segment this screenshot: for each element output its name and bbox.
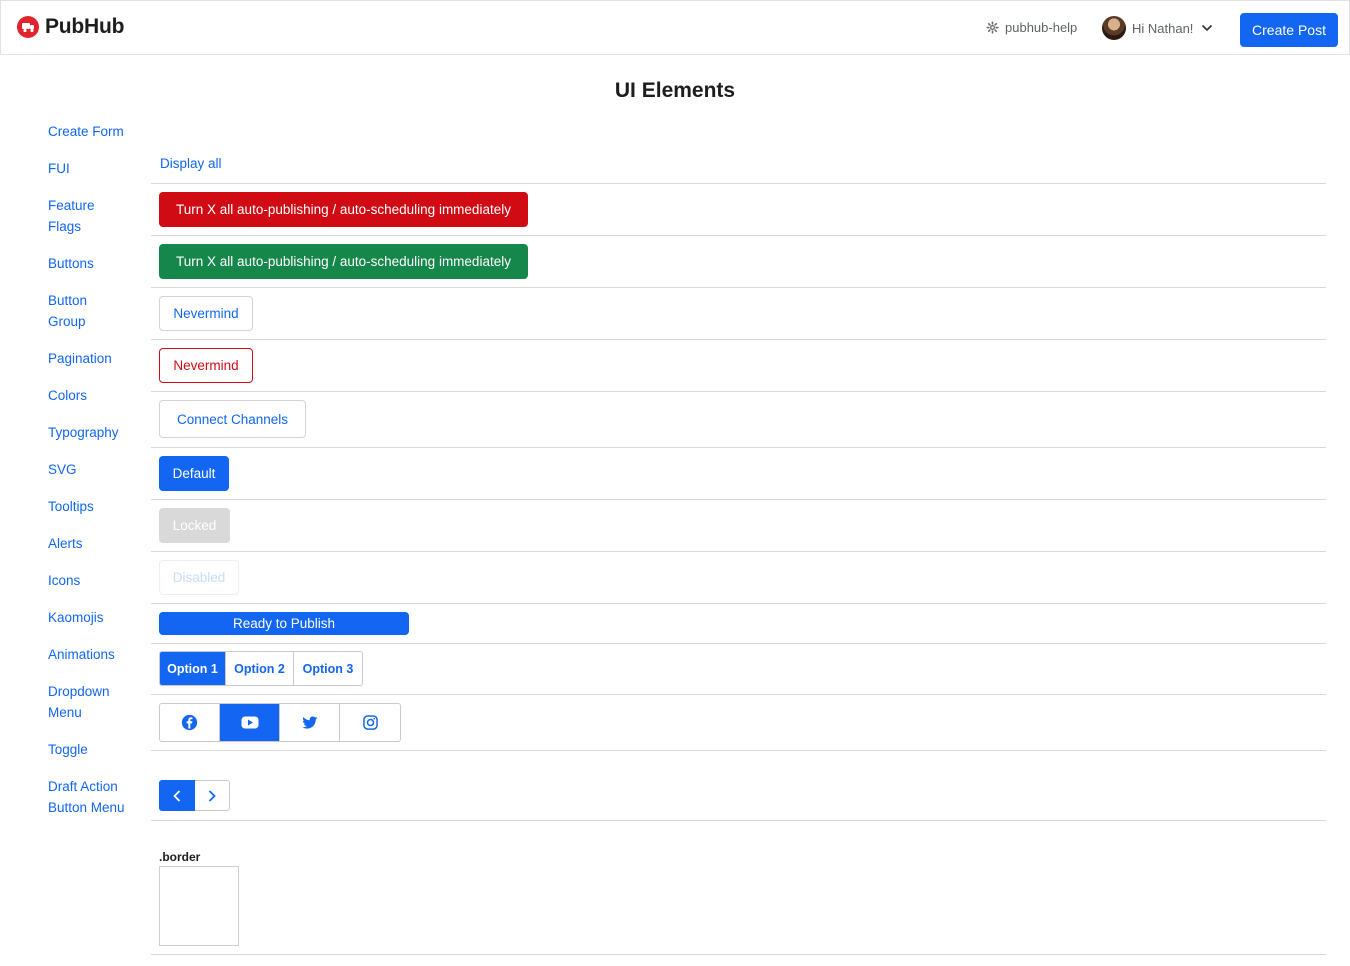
option-3-button[interactable]: Option 3: [294, 652, 362, 685]
divider: [151, 391, 1326, 392]
pagination: [159, 780, 230, 811]
youtube-button[interactable]: [220, 704, 280, 741]
youtube-icon: [241, 716, 258, 729]
help-link[interactable]: pubhub-help: [986, 20, 1077, 35]
sidebar-item-create-form[interactable]: Create Form: [48, 121, 143, 142]
sidebar-item-colors[interactable]: Colors: [48, 385, 143, 406]
sidebar-item-typography[interactable]: Typography: [48, 422, 143, 443]
divider: [151, 339, 1326, 340]
disabled-button: Disabled: [159, 560, 239, 595]
brand-name: PubHub: [45, 15, 125, 38]
sidebar-item-animations[interactable]: Animations: [48, 644, 143, 665]
connect-channels-button[interactable]: Connect Channels: [159, 400, 306, 438]
gear-icon: [986, 21, 999, 34]
border-demo-box: [159, 866, 239, 946]
divider: [151, 287, 1326, 288]
page-title: UI Elements: [614, 79, 736, 102]
nevermind-outline-button[interactable]: Nevermind: [159, 296, 253, 331]
turn-off-autopublish-success-button[interactable]: Turn X all auto-publishing / auto-schedu…: [159, 244, 528, 279]
sidebar-item-pagination[interactable]: Pagination: [48, 348, 143, 369]
twitter-icon: [301, 715, 317, 729]
display-all-link[interactable]: Display all: [160, 156, 222, 171]
chevron-down-icon: [1202, 24, 1213, 32]
sidebar-item-fui[interactable]: FUI: [48, 158, 143, 179]
avatar: [1102, 16, 1126, 40]
option-button-group: Option 1 Option 2 Option 3: [159, 651, 363, 686]
top-navbar: PubHub pubhub-help Hi Nathan! Create Pos…: [0, 0, 1350, 55]
twitter-button[interactable]: [280, 704, 340, 741]
divider: [151, 820, 1326, 821]
instagram-icon: [362, 715, 378, 730]
create-post-button[interactable]: Create Post: [1240, 13, 1338, 47]
next-page-button[interactable]: [195, 780, 230, 811]
user-menu[interactable]: Hi Nathan!: [1102, 16, 1213, 40]
option-2-button[interactable]: Option 2: [226, 652, 294, 685]
help-label: pubhub-help: [1005, 20, 1078, 35]
sidebar-item-button-group[interactable]: Button Group: [48, 290, 98, 332]
brand[interactable]: PubHub: [17, 15, 124, 39]
sidebar-item-toggle[interactable]: Toggle: [48, 739, 143, 760]
sidebar-item-dropdown-menu[interactable]: Dropdown Menu: [48, 681, 120, 723]
option-1-button[interactable]: Option 1: [160, 652, 226, 685]
divider: [151, 954, 1326, 955]
nevermind-danger-outline-button[interactable]: Nevermind: [159, 348, 253, 383]
turn-off-autopublish-danger-button[interactable]: Turn X all auto-publishing / auto-schedu…: [159, 192, 528, 227]
divider: [151, 750, 1326, 751]
sidebar-item-buttons[interactable]: Buttons: [48, 253, 143, 274]
sidebar-item-kaomojis[interactable]: Kaomojis: [48, 607, 143, 628]
social-channel-group: [159, 703, 401, 742]
border-demo-label: .border: [159, 850, 201, 864]
default-button[interactable]: Default: [159, 456, 229, 491]
sidebar-item-feature-flags[interactable]: Feature Flags: [48, 195, 108, 237]
user-greeting: Hi Nathan!: [1132, 20, 1194, 36]
facebook-icon: [181, 714, 198, 731]
divider: [151, 235, 1326, 236]
divider: [151, 447, 1326, 448]
divider: [151, 551, 1326, 552]
pubhub-logo-icon: [17, 16, 39, 38]
divider: [151, 694, 1326, 695]
chevron-right-icon: [208, 789, 216, 802]
facebook-button[interactable]: [160, 704, 220, 741]
sidebar-item-icons[interactable]: Icons: [48, 570, 143, 591]
previous-page-button[interactable]: [159, 780, 195, 811]
locked-button: Locked: [159, 508, 230, 543]
chevron-left-icon: [173, 789, 181, 802]
instagram-button[interactable]: [340, 704, 400, 741]
sidebar-item-alerts[interactable]: Alerts: [48, 533, 143, 554]
sidebar-item-svg[interactable]: SVG: [48, 459, 143, 480]
divider: [151, 643, 1326, 644]
divider: [151, 499, 1326, 500]
sidebar-item-tooltips[interactable]: Tooltips: [48, 496, 143, 517]
ready-to-publish-button[interactable]: Ready to Publish: [159, 612, 409, 635]
divider: [151, 183, 1326, 184]
sidebar-item-draft-action-button-menu[interactable]: Draft Action Button Menu: [48, 776, 130, 818]
divider: [151, 603, 1326, 604]
